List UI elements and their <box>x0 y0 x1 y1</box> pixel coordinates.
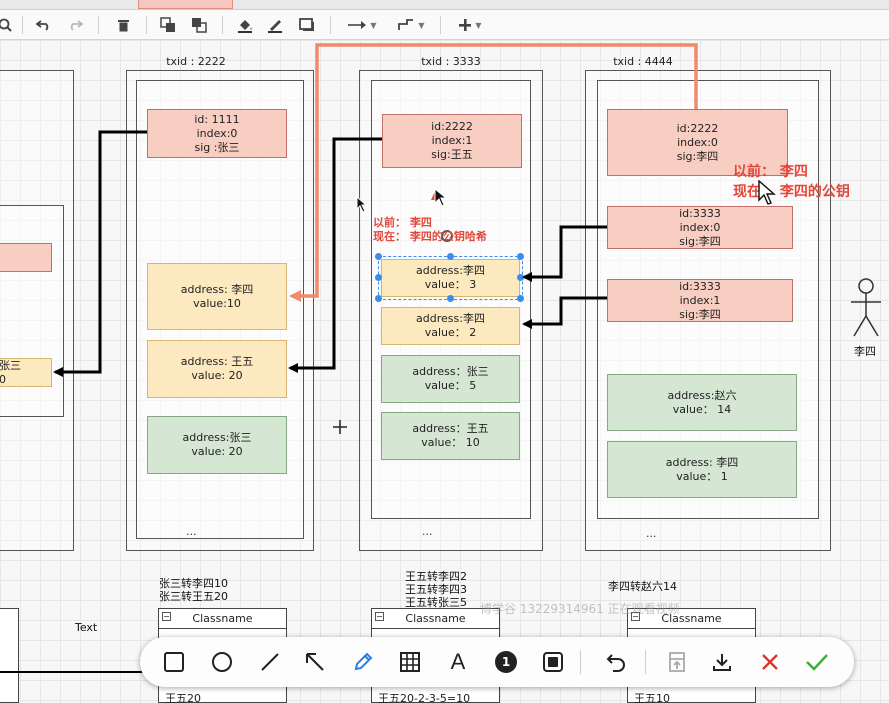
undo-icon[interactable] <box>33 14 55 36</box>
mouse-cursor-icon <box>356 196 368 213</box>
resize-handle[interactable] <box>517 295 524 302</box>
redo-icon[interactable] <box>64 14 86 36</box>
tx-output-box[interactable]: address:李四 value： 2 <box>381 307 520 345</box>
screenshot-annotation-bar: A 1 <box>140 637 854 687</box>
resize-handle[interactable] <box>517 274 524 281</box>
arrow-tool-icon[interactable] <box>299 646 331 678</box>
ellipse-tool-icon[interactable] <box>206 646 238 678</box>
line-tool-icon[interactable] <box>254 646 286 678</box>
pen-tool-icon[interactable] <box>347 646 379 678</box>
more-indicator: ... <box>646 527 657 540</box>
tx-input-box[interactable]: id:2222 index:1 sig:王五 <box>382 114 522 168</box>
delete-icon[interactable] <box>112 14 134 36</box>
collapse-icon[interactable]: − <box>375 612 384 621</box>
actor-label: 李四 <box>854 345 876 358</box>
line-color-icon[interactable] <box>264 14 286 36</box>
rectangle-tool-icon[interactable] <box>158 646 190 678</box>
pin-to-screen-icon[interactable] <box>661 646 693 678</box>
collapse-icon[interactable]: − <box>162 612 171 621</box>
tx-output-box[interactable]: address：王五 value： 10 <box>381 412 520 460</box>
highlight-box-tool-icon[interactable] <box>537 646 569 678</box>
actor-icon[interactable] <box>848 278 884 340</box>
text-tool-icon[interactable]: A <box>442 646 474 678</box>
tx-output-box[interactable]: address:赵六 value： 14 <box>607 374 797 431</box>
tx-input-box[interactable]: id:3333 index:0 sig:李四 <box>607 206 793 249</box>
more-indicator: ... <box>422 525 433 538</box>
to-front-icon[interactable] <box>157 14 179 36</box>
resize-handle[interactable] <box>375 274 382 281</box>
tx-input-box[interactable] <box>0 243 52 272</box>
transfer-caption: 王五转李四2 王五转李四3 王五转张三5 <box>405 570 467 609</box>
tx-output-box[interactable]: address: 王五 value: 20 <box>147 340 287 398</box>
txid-label: txid : 2222 <box>166 55 226 68</box>
tx-output-box[interactable]: address:张三 value: 20 <box>147 416 287 474</box>
search-icon[interactable] <box>0 14 16 36</box>
download-icon[interactable] <box>706 646 738 678</box>
cancel-icon[interactable] <box>754 646 786 678</box>
txid-label: txid : 4444 <box>613 55 673 68</box>
confirm-icon[interactable] <box>801 646 833 678</box>
more-indicator: ... <box>186 525 197 538</box>
selection-outline <box>378 256 523 300</box>
step-number-tool-icon[interactable]: 1 <box>490 646 522 678</box>
mouse-cursor-icon <box>758 180 776 205</box>
fill-color-icon[interactable] <box>234 14 256 36</box>
resize-handle[interactable] <box>517 253 524 260</box>
tx-output-box[interactable]: address：张三 value： 5 <box>381 355 520 403</box>
undo-icon[interactable] <box>600 646 632 678</box>
annotation-note: 以前： 李四 现在： 李四的公钥哈希 <box>373 216 487 243</box>
transfer-caption: 李四转赵六14 <box>608 580 677 593</box>
watermark: 博学谷 13229314961 正在观看视频 <box>480 602 680 616</box>
connector-line <box>0 671 150 673</box>
text-shape[interactable]: Text <box>75 621 97 634</box>
browser-tab-strip <box>0 0 889 10</box>
resize-handle[interactable] <box>375 295 382 302</box>
tx-output-box[interactable]: 张三 0 <box>0 358 52 387</box>
waypoints-icon[interactable]: ▼ <box>393 14 429 36</box>
shadow-icon[interactable] <box>296 14 318 36</box>
tx-output-box[interactable]: address: 李四 value:10 <box>147 263 287 330</box>
resize-handle[interactable] <box>447 253 454 260</box>
tx-input-box[interactable]: id: 1111 index:0 sig :张三 <box>147 109 287 158</box>
connection-icon[interactable]: ▼ <box>344 14 380 36</box>
diagram-toolbar: ▼ ▼ ▼ <box>0 10 889 40</box>
resize-handle[interactable] <box>447 295 454 302</box>
transfer-caption: 张三转李四10 张三转王五20 <box>159 577 228 603</box>
txid-label: txid : 3333 <box>421 55 481 68</box>
insert-icon[interactable]: ▼ <box>452 14 488 36</box>
mosaic-tool-icon[interactable] <box>394 646 426 678</box>
class-table[interactable] <box>0 608 19 703</box>
resize-handle[interactable] <box>375 253 382 260</box>
annotation-note: 以前： 李四 现在： 李四的公钥 <box>733 164 850 200</box>
tx-output-box[interactable]: address: 李四 value： 1 <box>607 441 797 498</box>
mouse-cursor-icon <box>434 188 448 207</box>
to-back-icon[interactable] <box>188 14 210 36</box>
tx-input-box[interactable]: id:3333 index:1 sig:李四 <box>607 279 793 322</box>
active-tab-indicator[interactable] <box>138 0 233 9</box>
